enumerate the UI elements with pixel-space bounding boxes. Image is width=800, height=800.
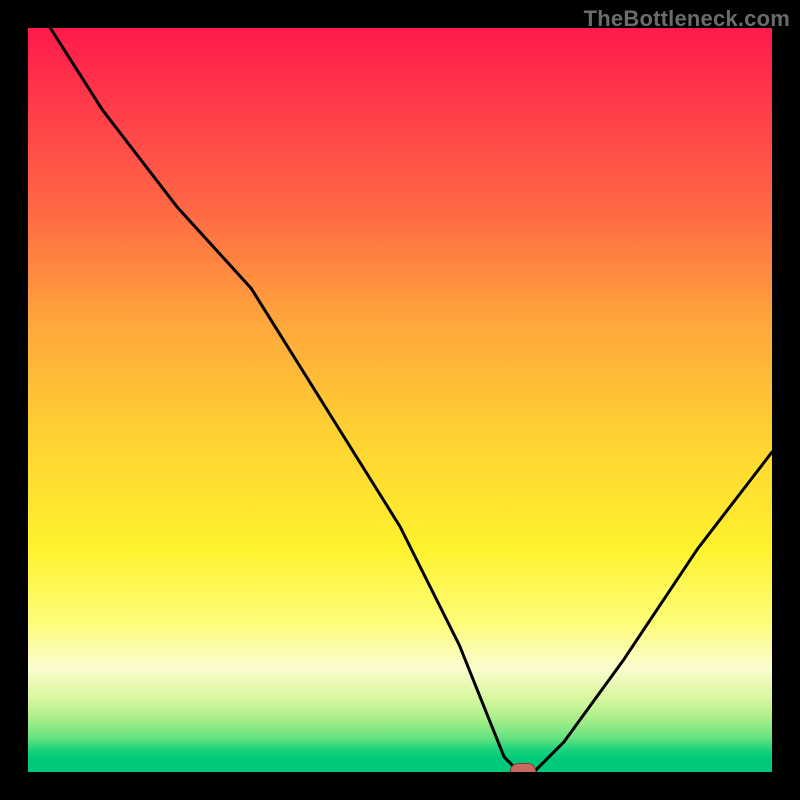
bottleneck-curve	[28, 28, 772, 772]
optimal-point-marker	[510, 763, 536, 772]
watermark-text: TheBottleneck.com	[584, 6, 790, 32]
chart-frame: TheBottleneck.com	[0, 0, 800, 800]
plot-area	[28, 28, 772, 772]
